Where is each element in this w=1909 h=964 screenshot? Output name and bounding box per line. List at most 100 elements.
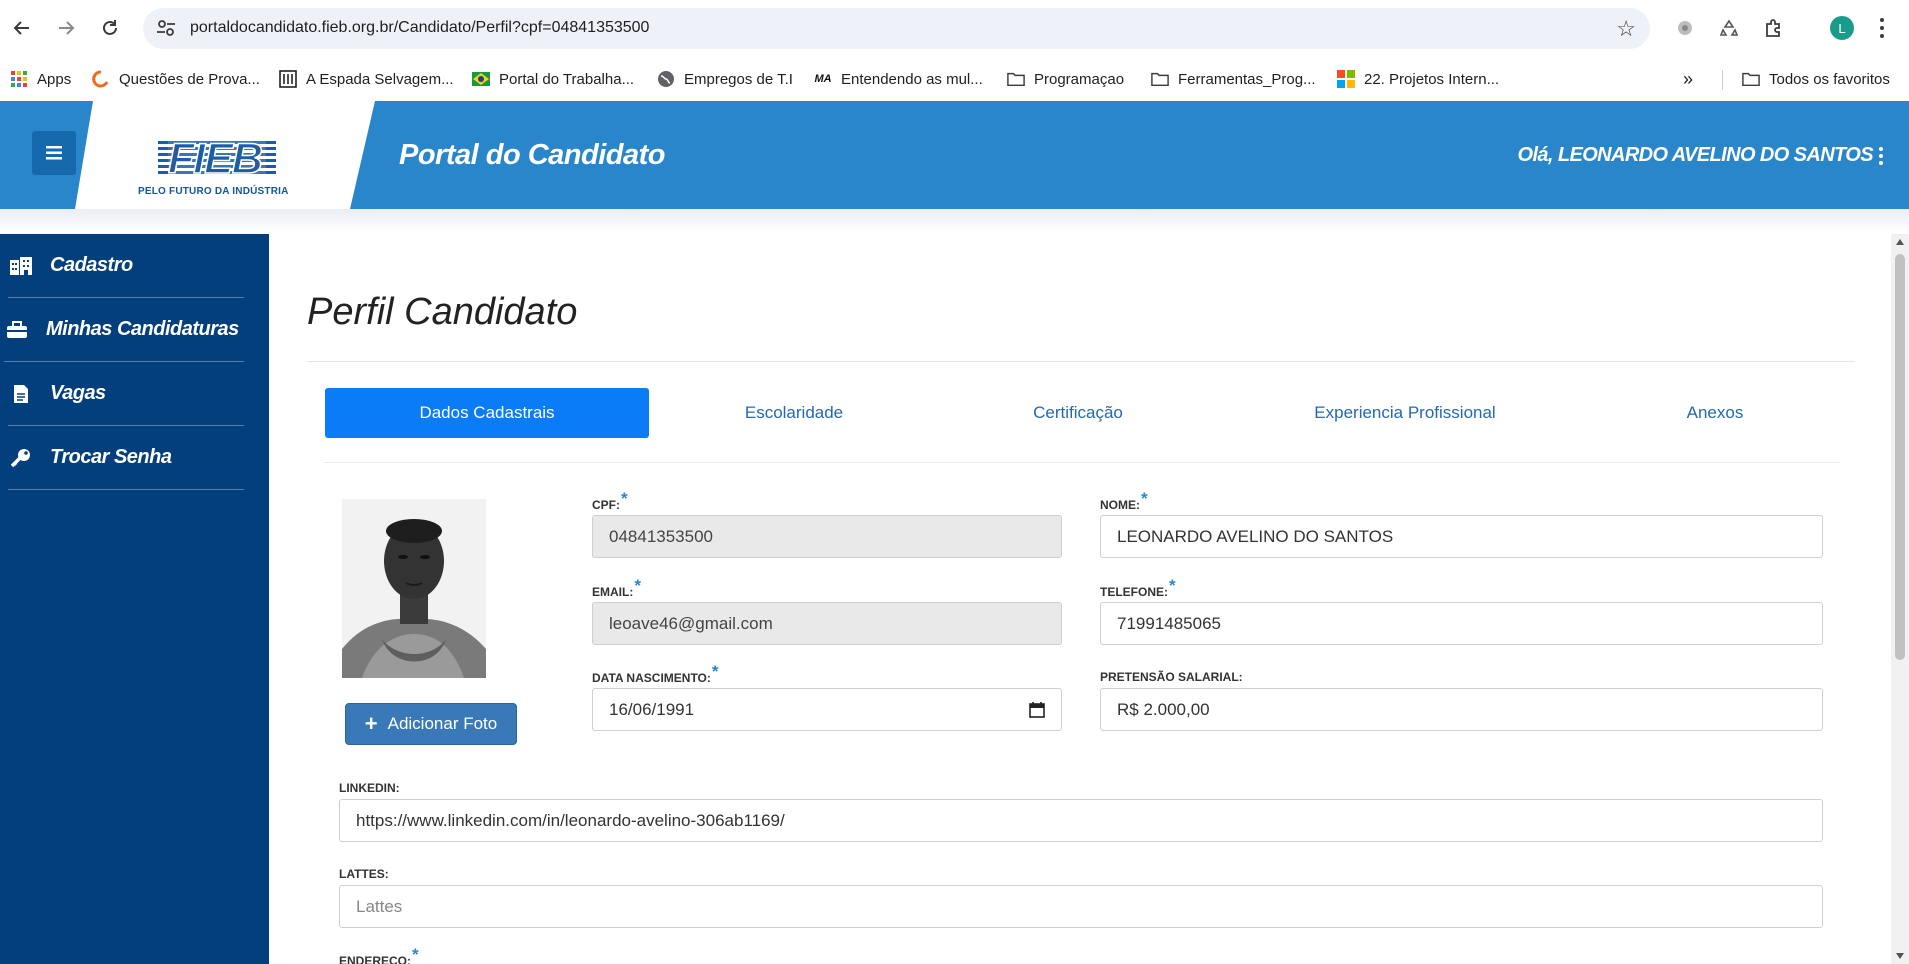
user-menu-icon[interactable] [1879,146,1883,165]
tab-anexos[interactable]: Anexos [1645,388,1785,438]
microsoft-logo-icon [1337,70,1355,88]
linkedin-field[interactable]: https://www.linkedin.com/in/leonardo-ave… [339,799,1823,842]
sidebar-item-label: Trocar Senha [50,446,172,468]
folder-icon [1007,70,1025,88]
hamburger-icon [46,146,62,160]
required-marker: * [621,489,628,508]
forward-icon[interactable] [52,14,80,42]
pretensao-salarial-field[interactable]: R$ 2.000,00 [1100,688,1823,731]
building-icon [8,255,34,277]
email-label-text: EMAIL: [592,585,634,599]
bookmark-label: Questões de Prova... [119,70,260,88]
hamburger-menu-button[interactable] [32,131,76,175]
lattes-placeholder: Lattes [356,896,403,916]
calendar-icon[interactable] [1029,701,1045,718]
email-field[interactable]: leoave46@gmail.com [592,602,1062,645]
add-photo-button[interactable]: + Adicionar Foto [345,703,517,745]
scroll-down-arrow-icon[interactable] [1896,953,1904,959]
bookmark-label: Portal do Trabalha... [499,70,635,88]
address-bar[interactable]: portaldocandidato.fieb.org.br/Candidato/… [143,8,1650,49]
cpf-label: CPF:* [592,489,628,514]
url-text[interactable]: portaldocandidato.fieb.org.br/Candidato/… [190,19,649,37]
title-divider [307,361,1855,362]
bookmark-programacao[interactable]: Programaçao [1007,67,1124,91]
user-greeting: Olá, LEONARDO AVELINO DO SANTOS [1517,144,1873,166]
back-icon[interactable] [8,14,36,42]
pretensao-salarial-value: R$ 2.000,00 [1117,699,1210,719]
bookmark-apps[interactable]: Apps [10,67,71,91]
tab-experiencia-profissional[interactable]: Experiencia Profissional [1284,388,1526,438]
scrollbar-thumb[interactable] [1895,254,1905,660]
sidebar-item-cadastro[interactable]: Cadastro [8,234,244,298]
site-settings-icon[interactable] [155,17,177,39]
lattes-field[interactable]: Lattes [339,885,1823,928]
endereco-label-text: ENDERECO: [339,954,412,964]
bookmark-entendendo[interactable]: MA Entendendo as mul... [814,67,983,91]
cpf-field[interactable]: 04841353500 [592,515,1062,558]
pretensao-salarial-label: PRETENSÃO SALARIAL: [1100,670,1243,684]
bookmark-questoes[interactable]: Questões de Prova... [92,67,260,91]
pretensao-salarial-label-text: PRETENSÃO SALARIAL: [1100,670,1243,684]
tab-certificacao[interactable]: Certificação [978,388,1178,438]
data-nascimento-field[interactable]: 16/06/1991 [592,688,1062,731]
sidebar-item-label: Vagas [50,382,106,404]
linkedin-label: LINKEDIN: [339,781,400,795]
nome-label-text: NOME: [1100,498,1140,512]
more-bookmarks-chevron-icon[interactable]: » [1683,67,1693,91]
key-icon [8,447,34,469]
logo-tagline: PELO FUTURO DA INDÚSTRIA [138,186,289,197]
profile-avatar[interactable]: L [1830,16,1854,40]
bookmark-empregos[interactable]: Empregos de T.I [657,67,793,91]
tab-escolaridade[interactable]: Escolaridade [694,388,894,438]
header-shadow [0,209,1909,233]
bookmark-ferramentas[interactable]: Ferramentas_Prog... [1151,67,1316,91]
extension-settings-icon[interactable] [1673,16,1697,40]
tab-dados-cadastrais[interactable]: Dados Cadastrais [325,388,649,438]
fieb-logo-text: FIEB [167,134,263,184]
folder-icon [1742,70,1760,88]
bookmark-label: Programaçao [1034,70,1125,88]
bookmark-espada[interactable]: A Espada Selvagem... [279,67,454,91]
lattes-label: LATTES: [339,867,389,881]
reload-icon[interactable] [96,14,124,42]
bookmarks-bar: Apps Questões de Prova... A Espada Selva… [0,60,1909,100]
telefone-field[interactable]: 71991485065 [1100,602,1823,645]
browser-menu-icon[interactable] [1878,16,1886,40]
endereco-label: ENDERECO:* [339,945,419,964]
building-icon [279,70,297,88]
recycle-extension-icon[interactable] [1717,16,1741,40]
document-icon [8,383,34,405]
data-nascimento-label: DATA NASCIMENTO:* [592,662,719,687]
scroll-up-arrow-icon[interactable] [1896,239,1904,245]
all-bookmarks-folder[interactable]: Todos os favoritos [1742,67,1890,91]
telefone-label-text: TELEFONE: [1100,585,1168,599]
bookmarks-divider [1722,70,1723,90]
required-marker: * [412,945,419,964]
page-scrollbar[interactable] [1891,234,1909,964]
data-nascimento-label-text: DATA NASCIMENTO: [592,671,711,685]
fieb-logo[interactable]: FIEB [158,134,276,184]
bookmark-label: Todos os favoritos [1769,70,1890,88]
brazil-flag-icon [472,70,490,88]
sidebar-item-vagas[interactable]: Vagas [8,362,244,426]
sidebar-item-minhas-candidaturas[interactable]: Minhas Candidaturas [4,298,244,362]
bookmark-projetos[interactable]: 22. Projetos Intern... [1337,67,1499,91]
bookmark-label: Empregos de T.I [684,70,793,88]
telefone-value: 71991485065 [1117,613,1222,633]
tabs-divider [323,462,1839,463]
user-greeting-menu[interactable]: Olá, LEONARDO AVELINO DO SANTOS [1517,144,1883,167]
apps-grid-icon [10,70,28,88]
bookmark-label: A Espada Selvagem... [306,70,454,88]
sidebar-item-trocar-senha[interactable]: Trocar Senha [8,426,244,490]
data-nascimento-value: 16/06/1991 [609,699,695,719]
required-marker: * [1169,576,1176,595]
bookmark-portal-trabalho[interactable]: Portal do Trabalha... [472,67,634,91]
extensions-puzzle-icon[interactable] [1761,16,1785,40]
lattes-label-text: LATTES: [339,867,389,881]
bookmark-star-icon[interactable]: ☆ [1616,16,1636,42]
folder-icon [1151,70,1169,88]
cpf-label-text: CPF: [592,498,620,512]
bookmark-label: Entendendo as mul... [841,70,983,88]
cpf-value: 04841353500 [609,526,714,546]
nome-field[interactable]: LEONARDO AVELINO DO SANTOS [1100,515,1823,558]
